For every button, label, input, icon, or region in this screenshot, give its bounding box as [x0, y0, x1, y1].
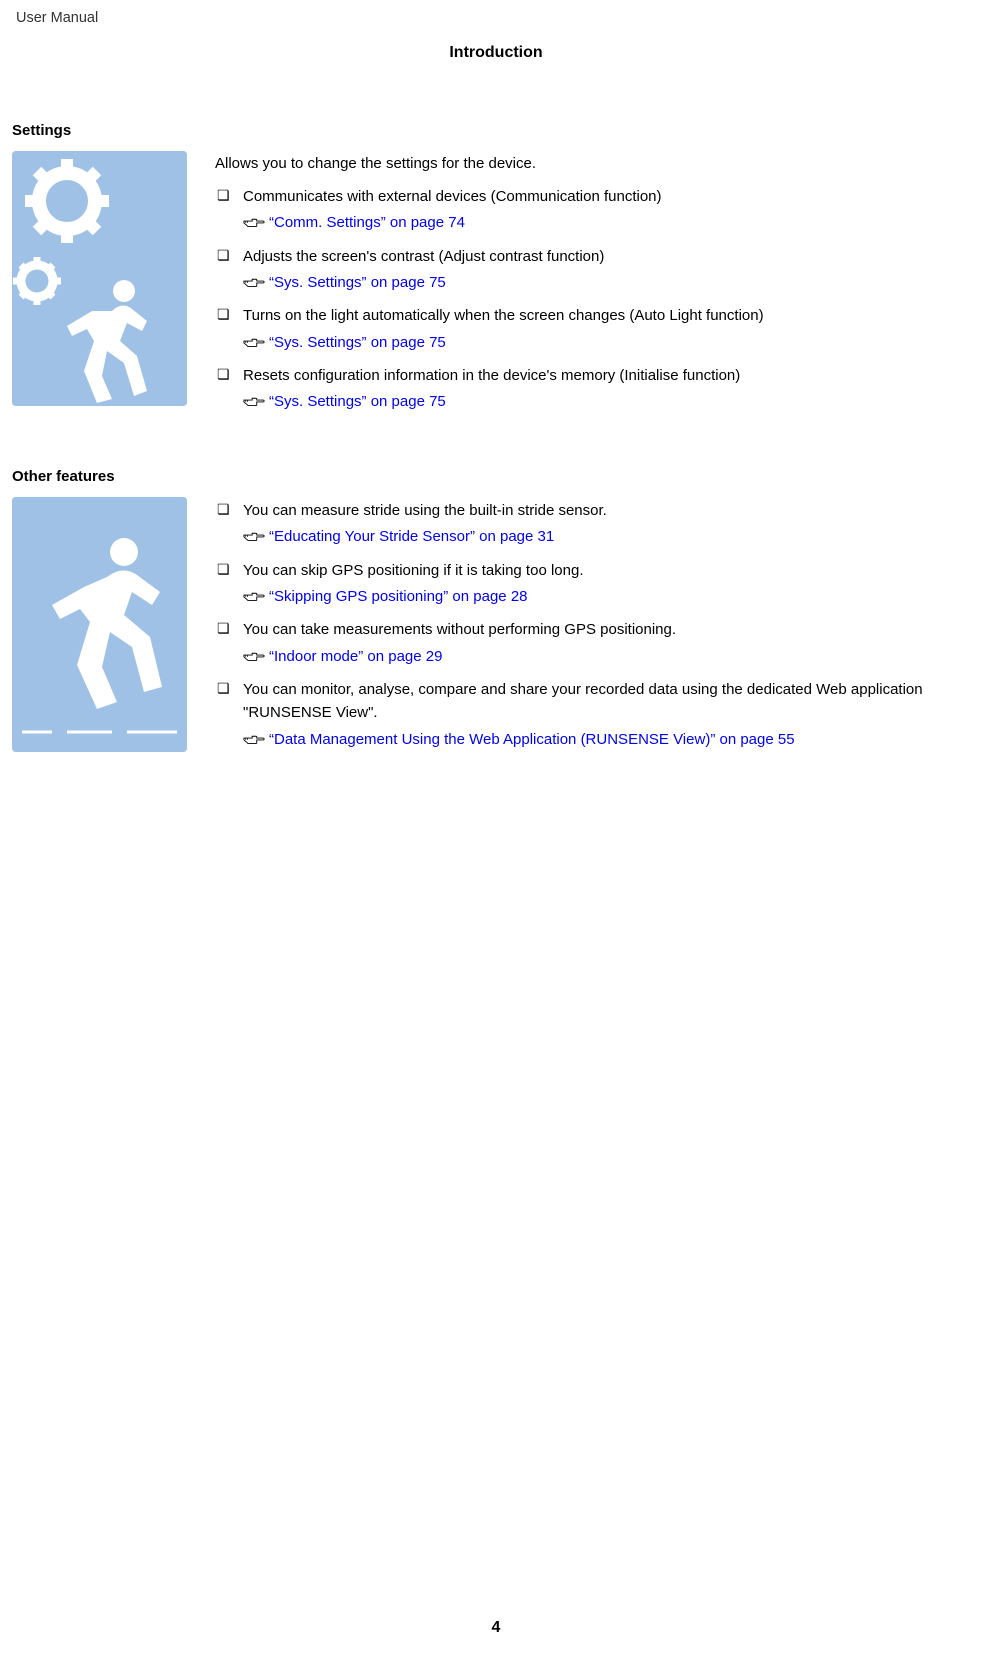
heading-settings: Settings	[12, 122, 980, 139]
hand-icon	[243, 214, 265, 228]
chapter-title: Introduction	[12, 44, 980, 62]
item-text: You can monitor, analyse, compare and sh…	[243, 681, 923, 721]
ref-link[interactable]: “Skipping GPS positioning” on page 28	[269, 588, 528, 605]
list-item: You can measure stride using the built-i…	[215, 499, 980, 522]
list-item: Communicates with external devices (Comm…	[215, 185, 980, 208]
settings-illustration	[12, 151, 187, 406]
cross-ref: “Educating Your Stride Sensor” on page 3…	[243, 526, 980, 549]
cross-ref: “Sys. Settings” on page 75	[243, 391, 980, 414]
list-item: You can take measurements without perfor…	[215, 618, 980, 641]
page-number: 4	[0, 1619, 992, 1637]
ref-link[interactable]: “Data Management Using the Web Applicati…	[269, 731, 795, 748]
ref-link[interactable]: “Educating Your Stride Sensor” on page 3…	[269, 528, 554, 545]
hand-icon	[243, 274, 265, 288]
ref-link[interactable]: “Comm. Settings” on page 74	[269, 214, 465, 231]
settings-intro-text: Allows you to change the settings for th…	[215, 153, 980, 175]
heading-other-features: Other features	[12, 468, 980, 485]
hand-icon	[243, 528, 265, 542]
item-text: Resets configuration information in the …	[243, 367, 740, 384]
item-text: You can skip GPS positioning if it is ta…	[243, 562, 583, 579]
item-text: You can take measurements without perfor…	[243, 621, 676, 638]
cross-ref: “Skipping GPS positioning” on page 28	[243, 586, 980, 609]
hand-icon	[243, 731, 265, 745]
cross-ref: “Sys. Settings” on page 75	[243, 332, 980, 355]
hand-icon	[243, 588, 265, 602]
list-item: Turns on the light automatically when th…	[215, 304, 980, 327]
hand-icon	[243, 648, 265, 662]
item-text: Adjusts the screen's contrast (Adjust co…	[243, 248, 604, 265]
list-item: Resets configuration information in the …	[215, 364, 980, 387]
section-settings: Allows you to change the settings for th…	[12, 151, 980, 424]
cross-ref: “Data Management Using the Web Applicati…	[243, 729, 980, 752]
ref-link[interactable]: “Sys. Settings” on page 75	[269, 274, 446, 291]
ref-link[interactable]: “Indoor mode” on page 29	[269, 648, 442, 665]
section-other-features: You can measure stride using the built-i…	[12, 497, 980, 761]
hand-icon	[243, 393, 265, 407]
doc-title: User Manual	[16, 10, 980, 26]
cross-ref: “Comm. Settings” on page 74	[243, 212, 980, 235]
cross-ref: “Indoor mode” on page 29	[243, 646, 980, 669]
list-item: Adjusts the screen's contrast (Adjust co…	[215, 245, 980, 268]
list-item: You can skip GPS positioning if it is ta…	[215, 559, 980, 582]
ref-link[interactable]: “Sys. Settings” on page 75	[269, 334, 446, 351]
item-text: Turns on the light automatically when th…	[243, 307, 764, 324]
item-text: You can measure stride using the built-i…	[243, 502, 607, 519]
list-item: You can monitor, analyse, compare and sh…	[215, 678, 980, 725]
hand-icon	[243, 334, 265, 348]
cross-ref: “Sys. Settings” on page 75	[243, 272, 980, 295]
ref-link[interactable]: “Sys. Settings” on page 75	[269, 393, 446, 410]
item-text: Communicates with external devices (Comm…	[243, 188, 662, 205]
other-features-illustration	[12, 497, 187, 752]
